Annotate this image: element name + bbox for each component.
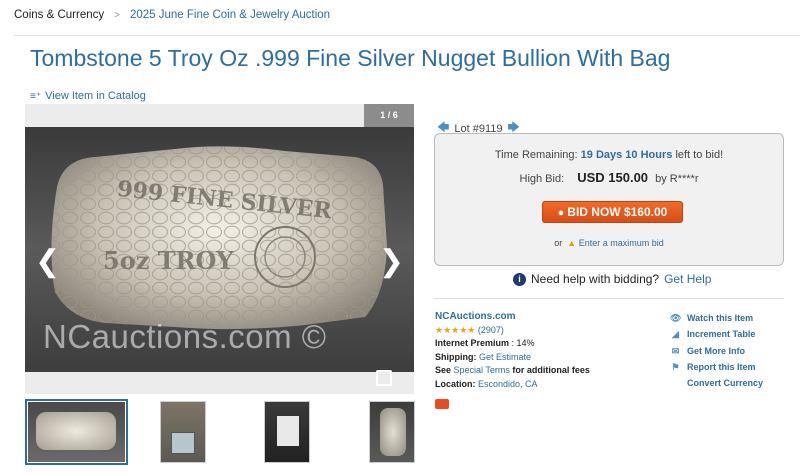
- thumbnail-2[interactable]: [158, 399, 261, 465]
- eye-icon: 👁: [670, 313, 682, 323]
- max-bid-prefix: or: [554, 238, 563, 248]
- image-viewer: 1 / 6 999 FINE SILVER 5oz TROY NCauction…: [25, 104, 414, 394]
- image-watermark: NCauctions.com ©: [43, 318, 327, 355]
- special-terms-link[interactable]: Special Terms: [454, 365, 510, 375]
- bid-panel: Time Remaining: 19 Days 10 Hours left to…: [434, 133, 784, 266]
- section-divider: [434, 298, 784, 299]
- main-product-image[interactable]: 999 FINE SILVER 5oz TROY NCauctions.com …: [25, 127, 414, 372]
- up-arrow-icon: ▲: [567, 238, 577, 248]
- shipping-estimate-link[interactable]: Get Estimate: [479, 352, 531, 362]
- terms-prefix: See: [435, 365, 452, 375]
- chart-icon: ◢: [672, 329, 679, 340]
- auction-house-info: NCAuctions.com ★★★★★ (2907) Internet Pre…: [435, 310, 590, 414]
- report-item-link[interactable]: ⚑ Report this Item: [670, 359, 763, 375]
- increment-table-link[interactable]: ◢ Increment Table: [670, 326, 763, 342]
- fullscreen-icon[interactable]: [376, 370, 392, 386]
- breadcrumb-root[interactable]: Coins & Currency: [14, 9, 104, 21]
- terms-suffix: for additional fees: [512, 365, 590, 375]
- info-icon: i: [513, 272, 526, 286]
- convert-currency-link[interactable]: Convert Currency: [670, 375, 763, 391]
- high-bid-row: High Bid: USD 150.00 by R****r: [435, 170, 783, 185]
- enter-max-bid-link[interactable]: Enter a maximum bid: [579, 238, 664, 248]
- viewer-bottom-bar: [25, 372, 414, 394]
- get-help-link[interactable]: Get Help: [664, 272, 711, 286]
- watch-item-label: Watch this Item: [687, 313, 754, 323]
- breadcrumb: Coins & Currency > 2025 June Fine Coin &…: [14, 9, 330, 21]
- time-remaining-suffix: left to bid!: [675, 149, 724, 161]
- page-title: Tombstone 5 Troy Oz .999 Fine Silver Nug…: [30, 45, 671, 71]
- bidding-help: i Need help with bidding? Get Help: [513, 272, 711, 286]
- bid-now-button[interactable]: ● BID NOW $160.00: [542, 201, 683, 223]
- breadcrumb-auction-link[interactable]: 2025 June Fine Coin & Jewelry Auction: [130, 9, 330, 21]
- report-item-label: Report this Item: [687, 361, 756, 372]
- breadcrumb-separator: >: [114, 9, 120, 21]
- help-text: Need help with bidding?: [531, 272, 660, 286]
- location-label: Location:: [435, 378, 476, 389]
- increment-table-label: Increment Table: [687, 329, 756, 340]
- next-image-chevron-icon[interactable]: ❯: [379, 247, 404, 277]
- internet-premium-label: Internet Premium: [435, 338, 510, 348]
- thumbnail-strip: [25, 399, 415, 467]
- max-bid-row: or ▲ Enter a maximum bid: [435, 238, 783, 248]
- high-bidder: by R****r: [655, 173, 699, 185]
- time-remaining-value: 19 Days 10 Hours: [580, 149, 673, 161]
- high-bid-label: High Bid:: [519, 173, 565, 185]
- watch-item-link[interactable]: 👁 Watch this Item: [670, 310, 763, 326]
- rating-stars: ★★★★★: [435, 324, 476, 335]
- high-bid-amount: USD 150.00: [577, 170, 649, 185]
- flag-icon: ⚑: [671, 361, 680, 372]
- auction-house-logo[interactable]: [435, 399, 449, 409]
- list-icon: ≡⁺: [30, 90, 42, 102]
- bid-now-label: BID NOW $160.00: [567, 205, 668, 219]
- previous-image-chevron-icon[interactable]: ❮: [35, 247, 60, 277]
- location-value: Escondido, CA: [478, 378, 538, 389]
- gavel-icon: ●: [557, 207, 565, 219]
- get-more-info-label: Get More Info: [687, 345, 745, 356]
- envelope-icon: ✉: [671, 345, 680, 356]
- time-remaining-label: Time Remaining:: [494, 149, 578, 161]
- time-remaining-row: Time Remaining: 19 Days 10 Hours left to…: [435, 149, 783, 161]
- item-actions: 👁 Watch this Item ◢ Increment Table ✉ Ge…: [670, 310, 763, 391]
- viewer-top-bar: [25, 104, 414, 127]
- header-divider: [14, 35, 800, 36]
- thumbnail-1[interactable]: [25, 399, 128, 465]
- image-counter: 1 / 6: [364, 104, 414, 127]
- get-more-info-link[interactable]: ✉ Get More Info: [670, 343, 763, 359]
- internet-premium-value: : 14%: [511, 338, 535, 348]
- view-in-catalog-label: View Item in Catalog: [45, 90, 146, 102]
- thumbnail-3[interactable]: [262, 399, 365, 465]
- auction-house-name[interactable]: NCAuctions.com: [435, 311, 516, 322]
- rating-count[interactable]: (2907): [478, 325, 504, 335]
- view-in-catalog-link[interactable]: ≡⁺ View Item in Catalog: [30, 90, 146, 102]
- bar-engraving-line2: 5oz TROY: [103, 246, 234, 275]
- shipping-label: Shipping:: [435, 351, 477, 362]
- convert-currency-label: Convert Currency: [687, 378, 764, 389]
